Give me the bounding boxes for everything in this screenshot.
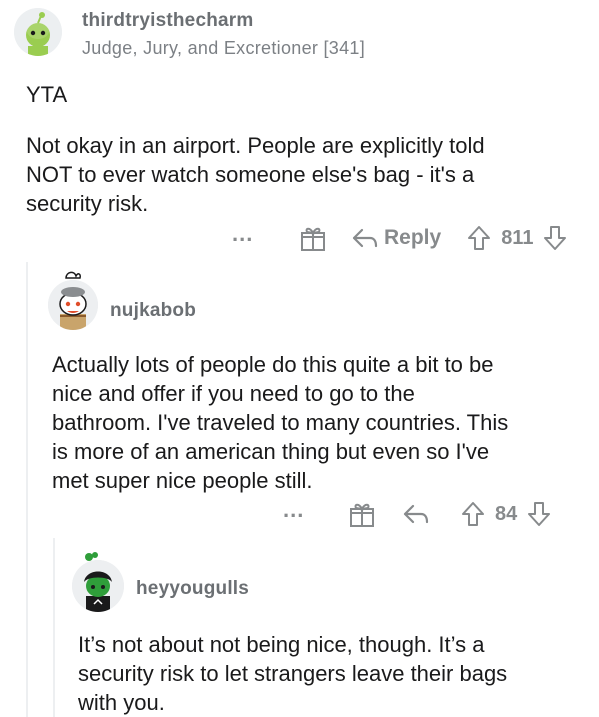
avatar[interactable]	[48, 280, 98, 330]
snoo-avatar-icon	[48, 280, 98, 330]
vote-score: 811	[501, 226, 534, 249]
reply-arrow-icon[interactable]	[352, 226, 378, 250]
avatar-accessory-icon	[64, 270, 82, 284]
snoo-avatar-icon	[14, 8, 62, 56]
username[interactable]: nujkabob	[110, 300, 196, 322]
comment-body: Actually lots of people do this quite a …	[52, 352, 509, 493]
comment-actions: ... 84	[283, 498, 583, 530]
comment: thirdtryisthecharm Judge, Jury, and Excr…	[0, 0, 599, 260]
comment: heyyougulls It’s not about not being nic…	[0, 540, 599, 717]
downvote-arrow-icon[interactable]	[527, 501, 551, 527]
user-flair: Judge, Jury, and Excretioner [341]	[82, 38, 366, 58]
more-options-button[interactable]: ...	[283, 499, 323, 521]
more-options-button[interactable]: ...	[232, 223, 272, 245]
avatar[interactable]	[14, 8, 62, 56]
snoo-avatar-icon	[72, 560, 124, 612]
username[interactable]: heyyougulls	[136, 578, 249, 600]
avatar-accessory-icon	[84, 550, 100, 564]
verdict-text: YTA	[26, 82, 68, 107]
comment-body: Not okay in an airport. People are expli…	[26, 133, 485, 216]
gift-icon[interactable]	[349, 500, 375, 528]
avatar[interactable]	[72, 560, 124, 612]
downvote-arrow-icon[interactable]	[543, 225, 567, 251]
reply-arrow-icon[interactable]	[403, 502, 429, 526]
comment: nujkabob Actually lots of people do this…	[0, 262, 599, 538]
comment-body: It’s not about not being nice, though. I…	[78, 632, 508, 715]
vote-score: 84	[495, 502, 518, 525]
username[interactable]: thirdtryisthecharm	[82, 10, 253, 32]
reply-button[interactable]: Reply	[384, 226, 441, 250]
comment-actions: ... Reply 811	[232, 222, 582, 254]
upvote-arrow-icon[interactable]	[467, 225, 491, 251]
gift-icon[interactable]	[300, 224, 326, 252]
upvote-arrow-icon[interactable]	[461, 501, 485, 527]
